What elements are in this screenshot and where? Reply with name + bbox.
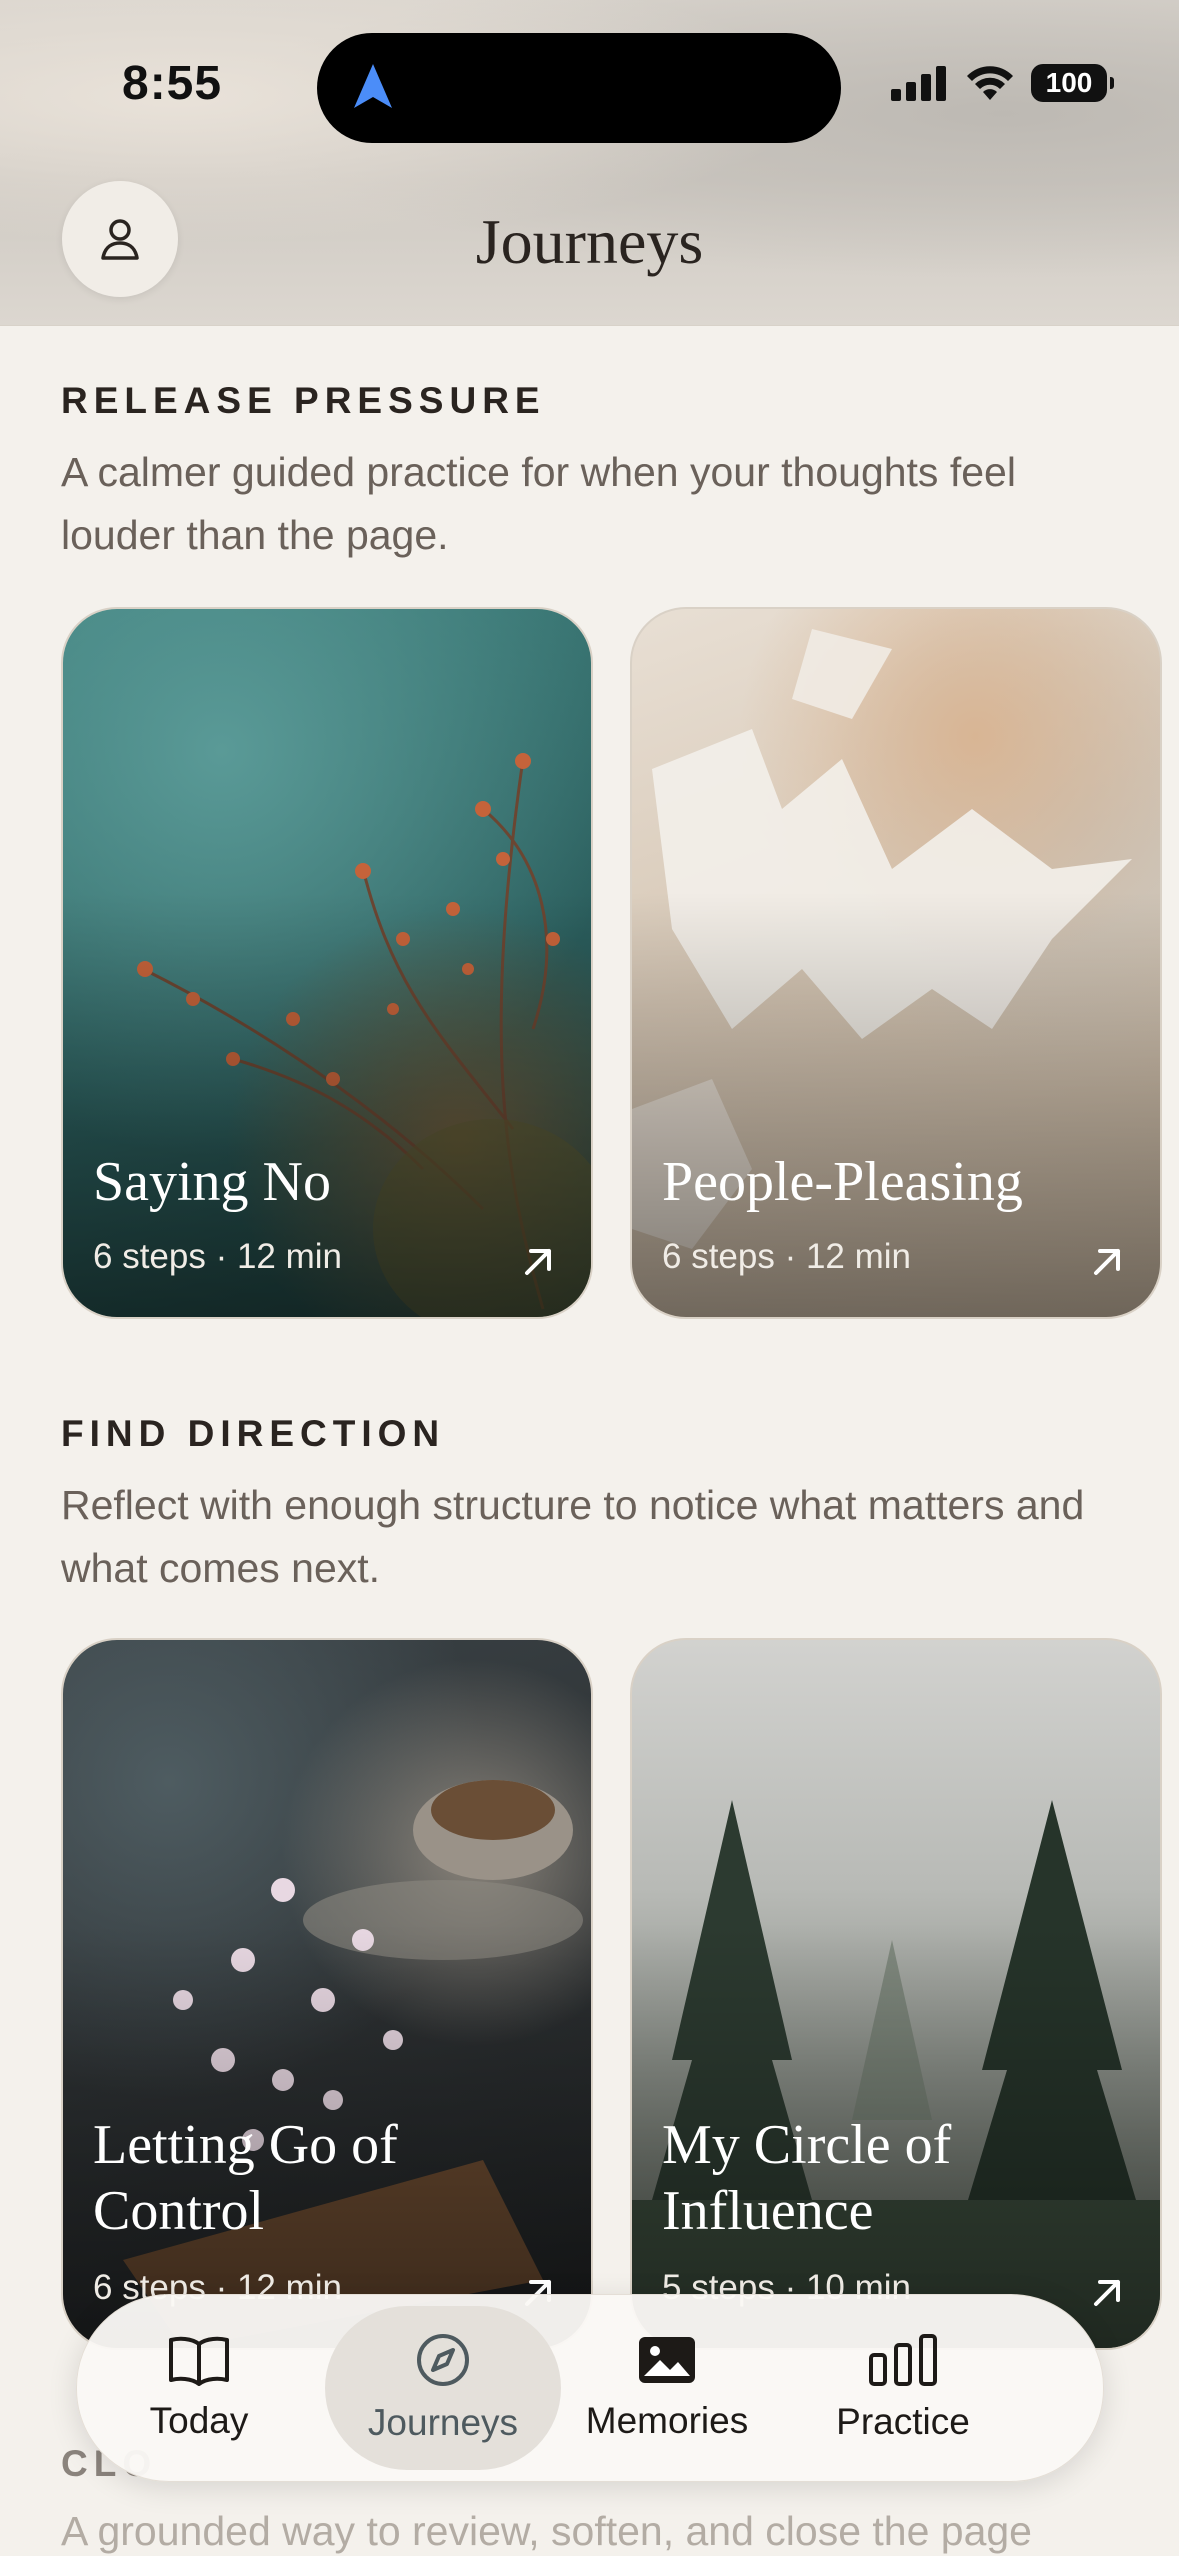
card-title: Letting Go of Control	[93, 2114, 398, 2242]
status-time: 8:55	[122, 57, 223, 110]
section-heading-release-pressure: RELEASE PRESSURE	[61, 380, 546, 421]
tab-memories[interactable]: Memories	[549, 2295, 785, 2481]
section-description-partial: A grounded way to review, soften, and cl…	[61, 2508, 1032, 2554]
arrow-up-right-icon	[1094, 2280, 1120, 2306]
tab-practice[interactable]: Practice	[785, 2295, 1021, 2481]
wifi-icon	[967, 66, 1013, 100]
tab-label: Memories	[585, 2400, 749, 2441]
compass-icon	[417, 2334, 469, 2386]
card-title: Saying No	[93, 1151, 331, 1213]
card-meta: 6 steps · 12 min	[662, 1237, 911, 1276]
page-title: Journeys	[475, 206, 704, 277]
card-meta: 6 steps · 12 min	[93, 1237, 342, 1276]
section-description: Reflect with enough structure to notice …	[61, 1482, 1085, 1591]
arrow-up-right-icon	[525, 1249, 551, 1275]
battery-indicator: 100	[1031, 64, 1114, 102]
book-icon	[169, 2336, 229, 2386]
journey-card-people-pleasing[interactable]: People-Pleasing 6 steps · 12 min	[630, 607, 1162, 1319]
tab-bar: Today Journeys Memories Practice	[76, 2294, 1104, 2482]
card-title: My Circle of Influence	[662, 2114, 952, 2242]
section-description: A calmer guided practice for when your t…	[61, 449, 1016, 558]
status-icons: 100	[891, 64, 1114, 102]
bar-chart-icon	[869, 2334, 937, 2386]
journey-card-my-circle-of-influence[interactable]: My Circle of Influence 5 steps · 10 min	[630, 1638, 1162, 2350]
tab-today[interactable]: Today	[81, 2295, 317, 2481]
journey-card-saying-no[interactable]: Saying No 6 steps · 12 min	[61, 607, 593, 1319]
section-heading-find-direction: FIND DIRECTION	[61, 1413, 446, 1454]
tab-label: Practice	[836, 2401, 970, 2442]
tab-label: Today	[149, 2400, 249, 2441]
tab-journeys[interactable]: Journeys	[325, 2306, 561, 2470]
arrow-up-right-icon	[1094, 1249, 1120, 1275]
photo-icon	[639, 2337, 695, 2383]
signal-icon	[891, 66, 946, 101]
header: 8:55 100 Journeys	[0, 0, 1179, 326]
location-arrow-icon	[354, 64, 392, 108]
tab-label: Journeys	[367, 2402, 519, 2443]
card-title: People-Pleasing	[662, 1151, 1023, 1213]
journey-card-letting-go-of-control[interactable]: Letting Go of Control 6 steps · 12 min	[61, 1638, 593, 2350]
